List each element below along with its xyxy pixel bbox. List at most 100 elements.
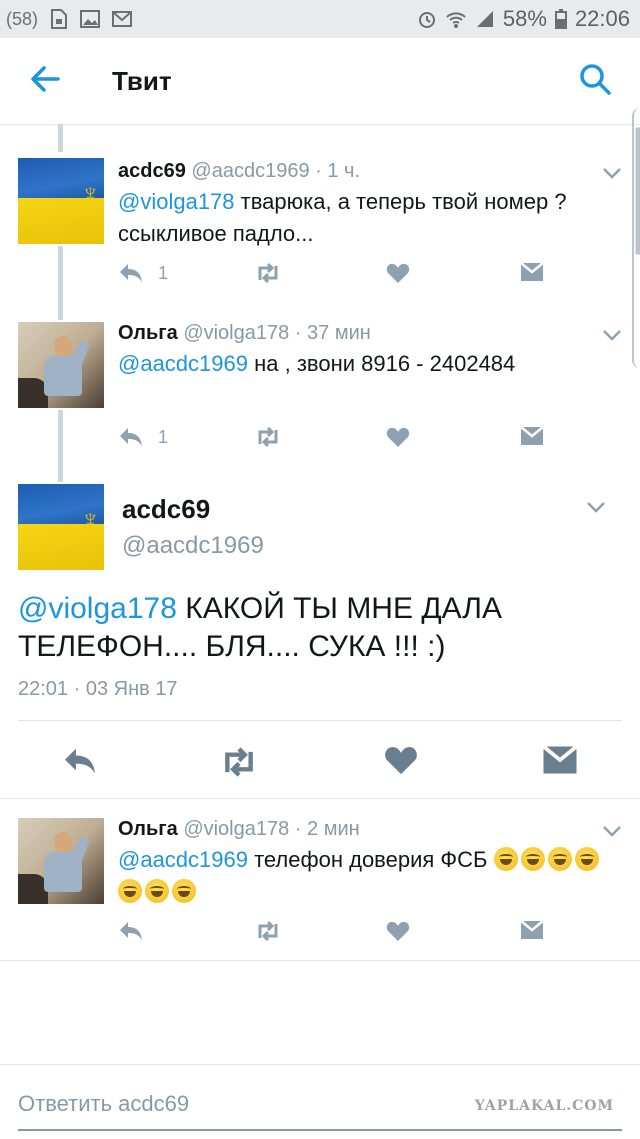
wifi-icon (446, 12, 466, 28)
tweet-item[interactable]: Ольга @violga178 · 37 мин @aacdc1969 на … (0, 314, 640, 464)
envelope-icon[interactable] (542, 744, 578, 776)
author-name[interactable]: Ольга (118, 818, 178, 840)
divider (0, 960, 640, 961)
photo-arm (71, 339, 91, 367)
retweet-icon (258, 262, 278, 284)
laughing-emoji (172, 879, 196, 903)
signal-icon (476, 11, 493, 27)
reply-icon (120, 428, 142, 446)
avatar[interactable]: ♆ (18, 484, 104, 570)
chevron-down-icon[interactable] (602, 824, 622, 838)
input-underline (18, 1129, 622, 1131)
tweet-actions: 1 (118, 262, 548, 286)
photo-head (54, 336, 72, 356)
retweet-icon[interactable] (218, 746, 260, 778)
tweet-time: · 1 ч. (315, 160, 361, 182)
retweet-button[interactable] (254, 920, 282, 942)
search-icon[interactable] (578, 62, 612, 96)
tweet-timestamp[interactable]: 22:01 · 03 Янв 17 (18, 678, 178, 701)
image-icon (80, 10, 101, 28)
tweet-time: · 2 мин (294, 818, 360, 840)
notification-count: 58 (12, 9, 33, 29)
author-handle[interactable]: @violga178 (183, 322, 289, 344)
mail-icon (112, 11, 133, 27)
battery-percent: 58% (502, 6, 547, 31)
envelope-icon (520, 262, 544, 281)
author-handle[interactable]: @aacdc1969 (122, 532, 264, 560)
mention-link[interactable]: @aacdc1969 (118, 351, 248, 376)
profile-photo (18, 322, 104, 408)
photo-head (54, 832, 72, 852)
tweet-actions (118, 920, 548, 944)
tweet-text-body: на , звони 8916 - 2402484 (247, 351, 516, 376)
status-left-icons: (58) (6, 8, 133, 30)
laughing-emoji (145, 879, 169, 903)
status-time: 22:06 (574, 6, 630, 31)
message-button[interactable] (520, 426, 544, 446)
tweet-text: @aacdc1969 на , звони 8916 - 2402484 (118, 348, 608, 380)
app-header: Твит (0, 38, 640, 125)
mention-link[interactable]: @violga178 (118, 189, 235, 214)
reply-input[interactable]: Ответить acdc69 (18, 1091, 189, 1117)
reply-count: 1 (158, 262, 169, 283)
heart-icon (386, 921, 410, 941)
like-button[interactable] (386, 426, 410, 448)
notification-badge-icon: (58) (6, 9, 39, 29)
avatar[interactable] (18, 818, 104, 904)
author-name[interactable]: acdc69 (122, 494, 210, 525)
retweet-button[interactable] (254, 426, 282, 448)
retweet-icon (258, 920, 278, 942)
heart-icon (386, 263, 410, 283)
alarm-icon (418, 12, 435, 28)
reply-icon (120, 264, 142, 282)
page-title: Твит (112, 66, 172, 96)
profile-photo (18, 818, 104, 904)
heart-icon[interactable] (384, 744, 418, 776)
tweet-header: Ольга @violga178 · 37 мин (118, 322, 371, 345)
tweet-text: @aacdc1969 телефон доверия ФСБ (118, 844, 608, 908)
reply-button[interactable]: 1 (118, 262, 168, 284)
chevron-down-icon[interactable] (602, 328, 622, 342)
tweet-text: @violga178 КАКОЙ ТЫ МНЕ ДАЛА ТЕЛЕФОН....… (18, 590, 618, 666)
reply-button[interactable] (118, 920, 144, 942)
author-name[interactable]: acdc69 (118, 160, 186, 182)
message-button[interactable] (520, 920, 544, 940)
sim-icon (51, 9, 68, 29)
author-handle[interactable]: @violga178 (183, 818, 289, 840)
reply-icon[interactable] (62, 746, 98, 776)
watermark: YAPLAKAL.COM (474, 1098, 614, 1114)
status-right-icons: 58% 22:06 (417, 6, 630, 32)
reply-icon (120, 922, 142, 940)
tweet-item[interactable]: Ольга @violga178 · 2 мин @aacdc1969 теле… (0, 810, 640, 960)
avatar[interactable] (18, 322, 104, 408)
laughing-emoji (574, 847, 599, 871)
reply-count: 1 (158, 426, 169, 447)
thread-connector (58, 124, 63, 152)
heart-icon (386, 427, 410, 447)
envelope-icon (520, 426, 544, 445)
divider (18, 720, 622, 721)
avatar[interactable]: ♆ (18, 158, 104, 244)
reply-button[interactable]: 1 (118, 426, 168, 448)
trident-icon: ♆ (80, 178, 101, 208)
mention-link[interactable]: @aacdc1969 (118, 847, 248, 872)
back-arrow-icon[interactable] (28, 62, 62, 96)
message-button[interactable] (520, 262, 544, 282)
author-handle[interactable]: @aacdc1969 (191, 160, 309, 182)
tweet-text-body: телефон доверия ФСБ (247, 847, 488, 872)
tweet-time: · 37 мин (294, 322, 371, 344)
laughing-emoji (118, 879, 142, 903)
chevron-down-icon[interactable] (602, 166, 622, 180)
chevron-down-icon[interactable] (586, 500, 606, 514)
tweet-text: @violga178 тварюка, а теперь твой номер … (118, 186, 608, 250)
like-button[interactable] (386, 920, 410, 942)
trident-icon: ♆ (80, 504, 101, 534)
retweet-button[interactable] (254, 262, 282, 284)
retweet-icon (258, 426, 278, 448)
like-button[interactable] (386, 262, 410, 284)
tweet-actions: 1 (118, 426, 548, 450)
mention-link[interactable]: @violga178 (18, 592, 177, 625)
tweet-item[interactable]: ♆ acdc69 @aacdc1969 · 1 ч. @violga178 тв… (0, 150, 640, 300)
status-bar: (58) 58% 22:06 (0, 0, 640, 38)
author-name[interactable]: Ольга (118, 322, 178, 344)
